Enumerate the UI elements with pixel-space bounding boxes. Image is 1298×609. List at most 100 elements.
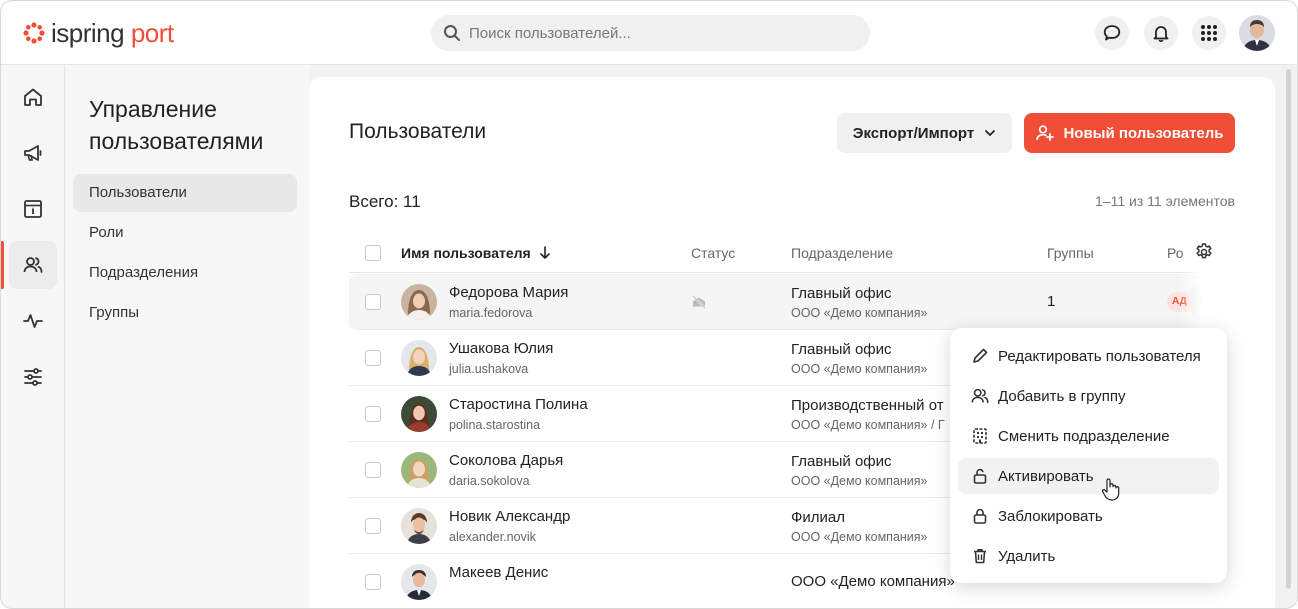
building-icon: [973, 428, 987, 444]
new-user-button[interactable]: Новый пользователь: [1024, 113, 1235, 153]
pulse-icon: [23, 314, 43, 328]
avatar-image: [401, 452, 437, 488]
user-name[interactable]: Соколова Дарья: [449, 452, 563, 469]
avatar: [401, 340, 437, 376]
menu-item-label: Добавить в группу: [998, 387, 1126, 405]
bell-icon: [1153, 26, 1169, 42]
avatar-image: [401, 564, 437, 600]
avatar-image: [401, 284, 437, 320]
user-groups-count: 1: [1047, 293, 1056, 310]
nav-item-roles[interactable]: Роли: [73, 214, 297, 252]
rail-catalog[interactable]: [9, 185, 57, 233]
chat-button[interactable]: [1095, 16, 1129, 50]
export-import-label: Экспорт/Импорт: [852, 124, 975, 142]
users-icon: [23, 257, 43, 273]
rail-analytics[interactable]: [9, 297, 57, 345]
column-status[interactable]: Статус: [691, 245, 735, 261]
menu-item-label: Редактировать пользователя: [998, 347, 1201, 365]
rail-active-indicator: [1, 241, 4, 289]
page-scrollbar[interactable]: [1286, 69, 1291, 589]
user-organization: ООО «Демо компания»: [791, 362, 928, 376]
section-nav: Управление пользователями Пользователи Р…: [66, 65, 309, 608]
logo[interactable]: ispring port: [23, 17, 174, 49]
user-login: alexander.novik: [449, 530, 536, 544]
megaphone-icon: [24, 145, 42, 161]
pagination-info: 1–11 из 11 элементов: [1095, 193, 1235, 209]
table-row[interactable]: Федорова Мария maria.fedorova Главный оф…: [349, 274, 1235, 330]
search-bar[interactable]: [431, 15, 870, 51]
rail-announcements[interactable]: [9, 129, 57, 177]
user-name[interactable]: Новик Александр: [449, 508, 570, 525]
add-user-icon: [1036, 125, 1055, 141]
apps-button[interactable]: [1192, 16, 1226, 50]
user-login: daria.sokolova: [449, 474, 530, 488]
user-name[interactable]: Макеев Денис: [449, 564, 548, 581]
column-name[interactable]: Имя пользователя: [401, 245, 551, 261]
nav-item-users[interactable]: Пользователи: [73, 174, 297, 212]
avatar-image: [401, 396, 437, 432]
icon-rail: [1, 65, 65, 608]
column-department[interactable]: Подразделение: [791, 245, 893, 261]
user-name[interactable]: Ушакова Юлия: [449, 340, 553, 357]
menu-item-label: Сменить подразделение: [998, 427, 1170, 445]
user-avatar[interactable]: [1239, 15, 1275, 51]
logo-text: ispring port: [51, 18, 174, 48]
chat-icon: [1103, 25, 1121, 41]
rail-settings[interactable]: [9, 353, 57, 401]
avatar: [401, 396, 437, 432]
search-input[interactable]: [469, 24, 849, 42]
menu-edit-user[interactable]: Редактировать пользователя: [958, 338, 1219, 374]
notifications-button[interactable]: [1144, 16, 1178, 50]
user-organization: ООО «Демо компания»: [791, 474, 928, 488]
menu-add-to-group[interactable]: Добавить в группу: [958, 378, 1219, 414]
menu-item-label: Заблокировать: [998, 507, 1103, 525]
avatar: [401, 284, 437, 320]
avatar-image: [401, 340, 437, 376]
trash-icon: [974, 549, 986, 564]
avatar-image: [1239, 15, 1275, 51]
total-count: Всего: 11: [349, 192, 421, 211]
top-header: ispring port: [1, 1, 1297, 65]
new-user-label: Новый пользователь: [1063, 124, 1224, 142]
user-department: Главный офис: [791, 341, 892, 358]
users-icon: [971, 388, 989, 404]
row-checkbox[interactable]: [365, 350, 381, 366]
ispring-logo-icon: [23, 22, 45, 44]
menu-block[interactable]: Заблокировать: [958, 498, 1219, 534]
status-inactive-icon: [692, 295, 706, 309]
column-name-label: Имя пользователя: [401, 245, 531, 261]
row-checkbox[interactable]: [365, 574, 381, 590]
menu-delete[interactable]: Удалить: [958, 538, 1219, 574]
menu-change-department[interactable]: Сменить подразделение: [958, 418, 1219, 454]
pencil-icon: [973, 348, 988, 363]
table-header: Имя пользователя Статус Подразделение Гр…: [349, 233, 1235, 273]
user-organization: ООО «Демо компания» / Г: [791, 418, 945, 432]
menu-item-label: Активировать: [998, 467, 1094, 485]
row-checkbox[interactable]: [365, 294, 381, 310]
home-icon: [24, 88, 42, 106]
row-checkbox[interactable]: [365, 462, 381, 478]
section-title: Управление пользователями: [89, 96, 264, 154]
menu-activate[interactable]: Активировать: [958, 458, 1219, 494]
user-organization: ООО «Демо компания»: [791, 530, 928, 544]
nav-item-departments[interactable]: Подразделения: [73, 254, 297, 292]
rail-users[interactable]: [9, 241, 57, 289]
avatar-image: [401, 508, 437, 544]
gear-icon[interactable]: [1194, 242, 1214, 262]
nav-item-groups[interactable]: Группы: [73, 294, 297, 332]
page-title: Пользователи: [349, 120, 487, 143]
user-department: ООО «Демо компания»: [791, 573, 955, 590]
user-department: Главный офис: [791, 453, 892, 470]
user-name[interactable]: Старостина Полина: [449, 396, 588, 413]
export-import-button[interactable]: Экспорт/Импорт: [837, 113, 1012, 153]
menu-item-label: Удалить: [998, 547, 1056, 565]
row-actions-menu: Редактировать пользователя Добавить в гр…: [950, 328, 1227, 583]
user-name[interactable]: Федорова Мария: [449, 284, 568, 301]
row-checkbox[interactable]: [365, 518, 381, 534]
avatar: [401, 452, 437, 488]
rail-home[interactable]: [9, 73, 57, 121]
column-groups[interactable]: Группы: [1047, 245, 1094, 261]
sliders-icon: [24, 368, 42, 386]
select-all-checkbox[interactable]: [365, 245, 381, 261]
row-checkbox[interactable]: [365, 406, 381, 422]
